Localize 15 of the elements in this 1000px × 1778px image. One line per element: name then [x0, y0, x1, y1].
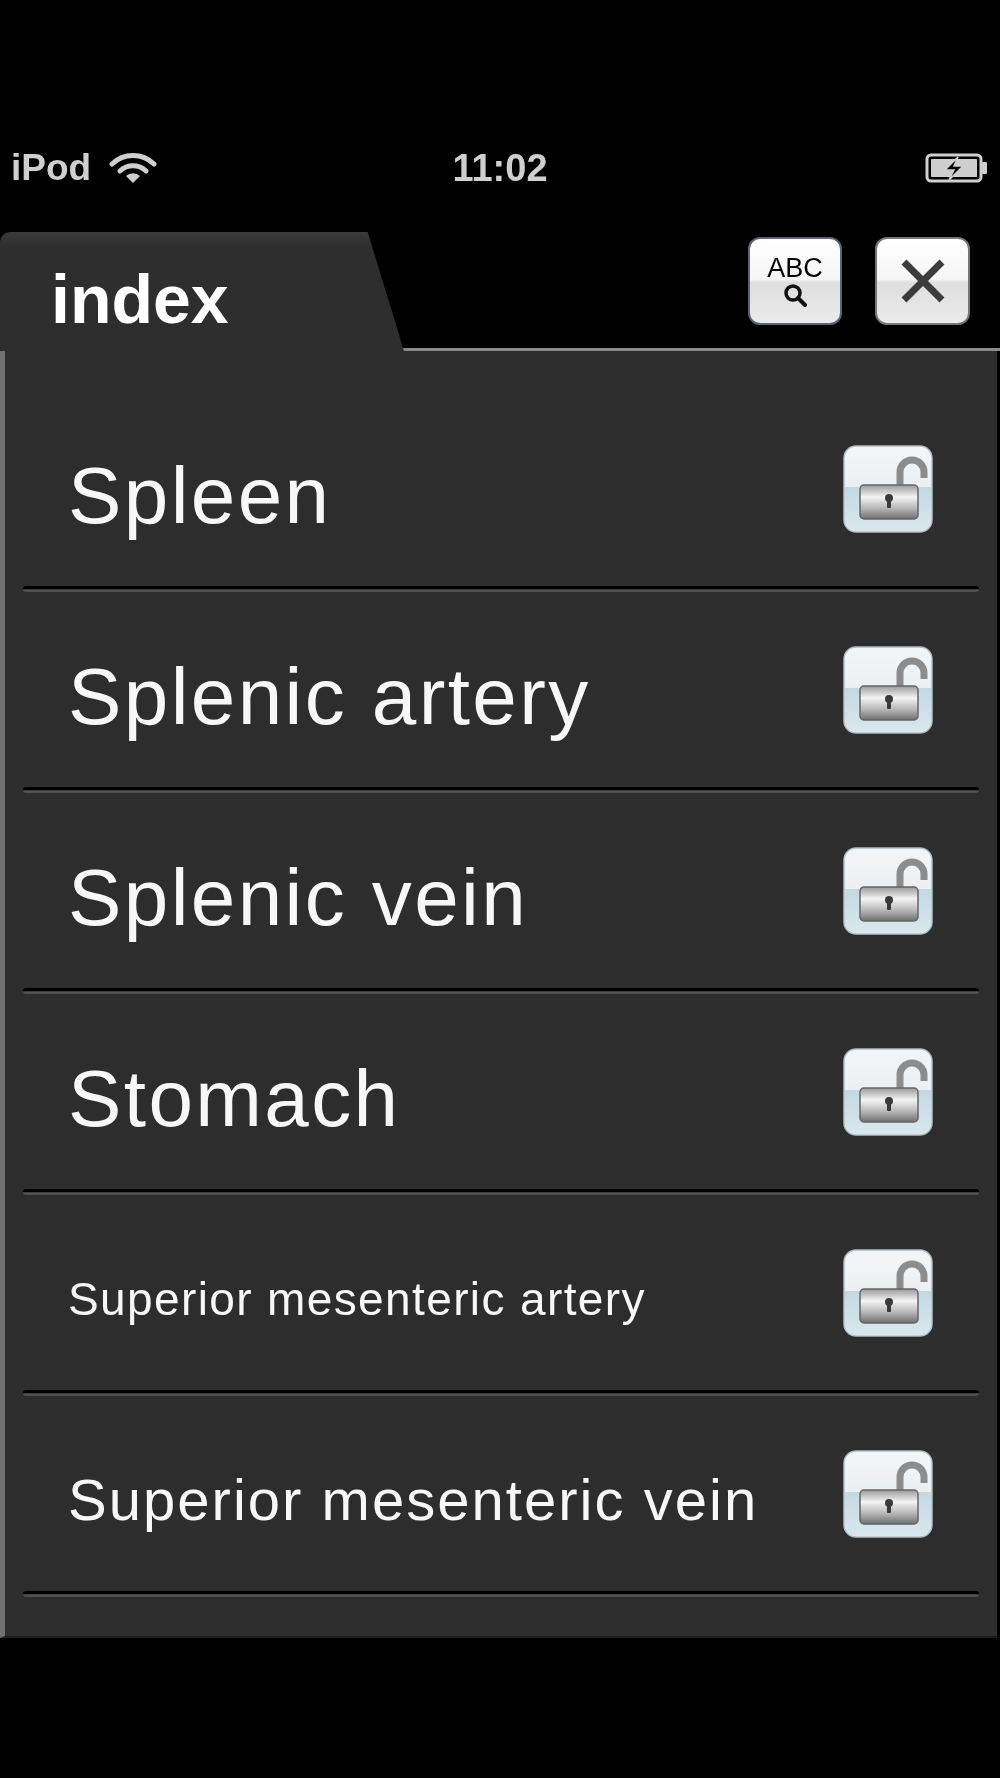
- search-icon: [783, 283, 807, 307]
- index-item[interactable]: Superior mesenteric artery: [68, 1256, 646, 1329]
- carrier-name: iPod: [11, 149, 92, 186]
- index-item[interactable]: Superior mesenteric vein: [68, 1450, 759, 1537]
- close-button[interactable]: [875, 237, 970, 325]
- index-item[interactable]: Spleen: [68, 431, 332, 546]
- status-time: 11:02: [452, 148, 548, 187]
- close-icon: [899, 258, 946, 304]
- title-header: index: [0, 232, 404, 351]
- index-item[interactable]: Splenic artery: [68, 632, 591, 747]
- wifi-icon: [109, 151, 158, 184]
- alphabetical-search-button[interactable]: ABC: [748, 237, 842, 325]
- index-item[interactable]: Stomach: [68, 1034, 401, 1149]
- charging-battery-icon: [925, 152, 989, 183]
- index-item[interactable]: Splenic vein: [68, 833, 529, 948]
